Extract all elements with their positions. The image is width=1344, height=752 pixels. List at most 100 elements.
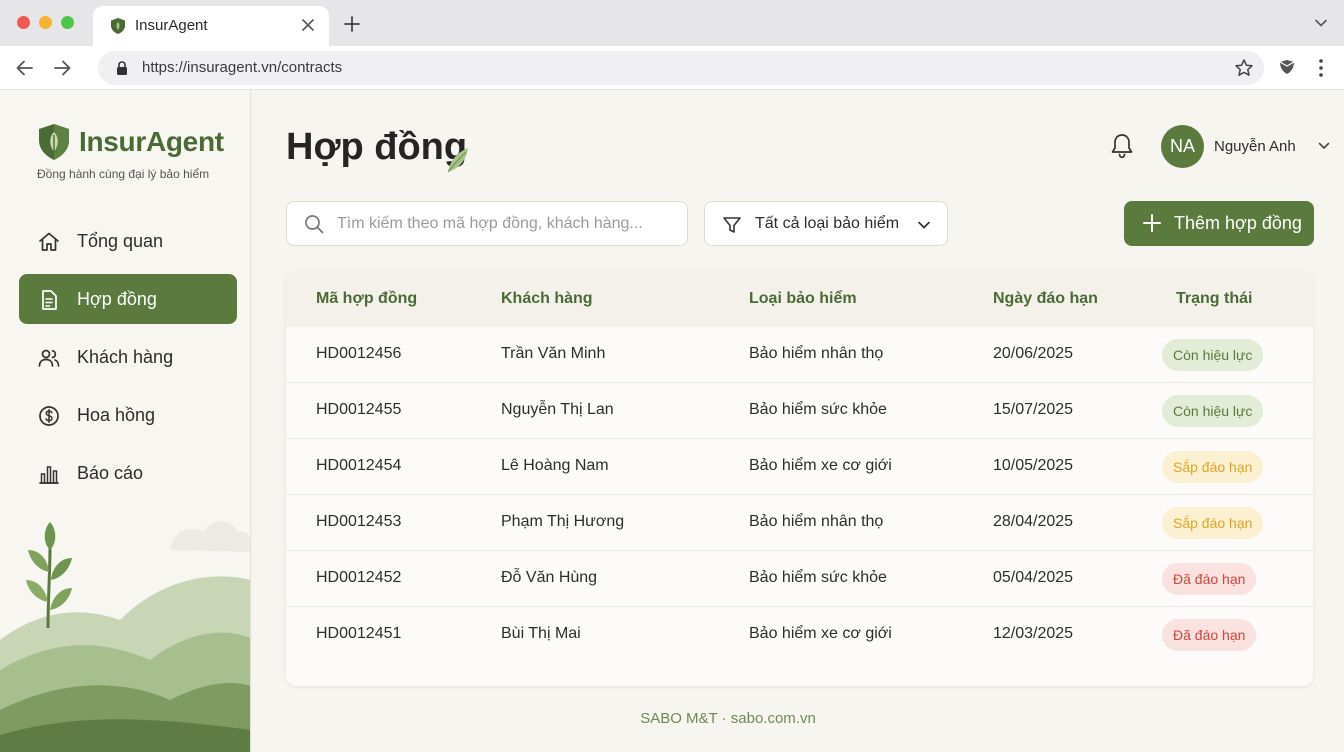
footer-credit: SABO M&T · sabo.com.vn	[640, 710, 816, 727]
tab-title: InsurAgent	[135, 17, 208, 34]
home-icon	[39, 232, 59, 251]
cell-due-date: 12/03/2025	[993, 625, 1074, 642]
cell-due-date: 15/07/2025	[993, 401, 1074, 418]
cell-insurance-type: Bảo hiểm nhân thọ	[749, 513, 884, 530]
table-row[interactable]: HD0012456 Trần Văn Minh Bảo hiểm nhân th…	[286, 327, 1313, 383]
brand-tagline: Đồng hành cùng đại lý bảo hiểm	[37, 167, 210, 181]
browser-tab[interactable]: InsurAgent	[93, 6, 329, 46]
cell-contract-id[interactable]: HD0012454	[316, 457, 401, 475]
add-contract-button[interactable]: Thêm hợp đồng	[1124, 201, 1314, 246]
status-badge: Sắp đáo hạn	[1162, 451, 1264, 483]
table-row[interactable]: HD0012454 Lê Hoàng Nam Bảo hiểm xe cơ gi…	[286, 439, 1313, 495]
users-icon	[38, 349, 60, 367]
cell-customer: Phạm Thị Hương	[501, 513, 625, 530]
extension-icon[interactable]	[1278, 58, 1296, 76]
bar-chart-icon	[39, 466, 59, 484]
filter-funnel-icon	[723, 217, 741, 233]
window-maximize-button[interactable]	[61, 16, 74, 29]
dollar-icon	[39, 406, 59, 426]
column-header-due-date[interactable]: Ngày đáo hạn	[993, 290, 1098, 308]
cell-contract-id[interactable]: HD0012452	[316, 569, 401, 587]
cell-customer: Lê Hoàng Nam	[501, 457, 609, 474]
chevron-down-icon	[918, 221, 930, 229]
chevron-down-icon[interactable]	[1318, 140, 1330, 152]
tab-list-chevron-icon[interactable]	[1314, 16, 1328, 30]
cell-contract-id[interactable]: HD0012455	[316, 401, 401, 419]
status-badge: Còn hiệu lực	[1162, 395, 1264, 427]
column-header-insurance-type[interactable]: Loại bảo hiểm	[749, 290, 857, 308]
column-header-status[interactable]: Trạng thái	[1176, 290, 1252, 308]
window-minimize-button[interactable]	[39, 16, 52, 29]
browser-address-bar: https://insuragent.vn/contracts	[0, 46, 1344, 90]
sidebar-item-label: Hợp đồng	[77, 289, 157, 309]
table-row[interactable]: HD0012455 Nguyễn Thị Lan Bảo hiểm sức kh…	[286, 383, 1313, 439]
status-badge: Còn hiệu lực	[1162, 339, 1264, 371]
cell-contract-id[interactable]: HD0012453	[316, 513, 401, 531]
add-contract-label: Thêm hợp đồng	[1174, 213, 1302, 233]
bookmark-star-icon[interactable]	[1234, 58, 1254, 78]
tab-close-icon[interactable]	[299, 16, 317, 34]
sidebar-item-label: Khách hàng	[77, 347, 174, 367]
shield-favicon-icon	[111, 18, 125, 34]
sidebar: InsurAgent Đồng hành cùng đại lý bảo hiể…	[0, 90, 251, 752]
back-arrow-icon[interactable]	[14, 57, 36, 79]
cell-customer: Bùi Thị Mai	[501, 625, 581, 642]
page-title: Hợp đồng	[286, 126, 468, 168]
cell-due-date: 20/06/2025	[993, 345, 1074, 362]
cell-insurance-type: Bảo hiểm xe cơ giới	[749, 457, 892, 474]
search-input[interactable]	[337, 202, 677, 245]
cell-due-date: 05/04/2025	[993, 569, 1074, 586]
forward-arrow-icon[interactable]	[51, 57, 73, 79]
filter-selected-value: Tất cả loại bảo hiểm	[755, 215, 900, 232]
cell-insurance-type: Bảo hiểm xe cơ giới	[749, 625, 892, 642]
table-row[interactable]: HD0012452 Đỗ Văn Hùng Bảo hiểm sức khỏe …	[286, 551, 1313, 607]
plus-icon	[1143, 214, 1161, 232]
cell-insurance-type: Bảo hiểm sức khỏe	[749, 401, 887, 418]
user-name[interactable]: Nguyễn Anh	[1214, 138, 1296, 155]
brand-name: InsurAgent	[79, 126, 224, 157]
sidebar-item-label: Tổng quan	[77, 231, 164, 251]
url-field[interactable]: https://insuragent.vn/contracts	[98, 51, 1264, 85]
column-header-contract-id[interactable]: Mã hợp đồng	[316, 290, 417, 308]
url-text: https://insuragent.vn/contracts	[142, 59, 343, 76]
cell-due-date: 28/04/2025	[993, 513, 1074, 530]
browser-menu-icon[interactable]	[1312, 57, 1330, 79]
search-icon	[305, 215, 324, 234]
cell-insurance-type: Bảo hiểm sức khỏe	[749, 569, 887, 586]
cell-contract-id[interactable]: HD0012456	[316, 345, 401, 363]
window-close-button[interactable]	[17, 16, 30, 29]
avatar[interactable]: NA	[1161, 125, 1204, 168]
leaf-icon	[447, 148, 468, 173]
cell-customer: Đỗ Văn Hùng	[501, 569, 598, 586]
new-tab-icon[interactable]	[342, 14, 362, 34]
lock-icon	[117, 61, 127, 75]
sidebar-item-label: Báo cáo	[77, 463, 144, 483]
shield-logo-icon	[39, 124, 69, 160]
sidebar-item-overview[interactable]: Tổng quan	[19, 216, 237, 266]
insurance-type-filter[interactable]: Tất cả loại bảo hiểm	[704, 201, 948, 246]
main-content: Hợp đồng NA Nguyễn Anh Tất cả loại bảo h…	[252, 90, 1344, 752]
cell-due-date: 10/05/2025	[993, 457, 1074, 474]
sidebar-item-label: Hoa hồng	[77, 405, 156, 425]
cell-customer: Nguyễn Thị Lan	[501, 401, 614, 418]
table-header: Mã hợp đồng Khách hàng Loại bảo hiểm Ngà…	[286, 271, 1313, 327]
column-header-customer[interactable]: Khách hàng	[501, 290, 593, 308]
sidebar-item-commission[interactable]: Hoa hồng	[19, 390, 237, 440]
sidebar-item-reports[interactable]: Báo cáo	[19, 448, 237, 498]
status-badge: Đã đáo hạn	[1162, 563, 1257, 595]
sidebar-item-contracts[interactable]: Hợp đồng	[19, 274, 237, 324]
contracts-table: Mã hợp đồng Khách hàng Loại bảo hiểm Ngà…	[286, 271, 1313, 686]
table-row[interactable]: HD0012451 Bùi Thị Mai Bảo hiểm xe cơ giớ…	[286, 607, 1313, 663]
search-box	[286, 201, 688, 246]
cell-insurance-type: Bảo hiểm nhân thọ	[749, 345, 884, 362]
notification-bell-icon[interactable]	[1109, 132, 1135, 160]
cell-contract-id[interactable]: HD0012451	[316, 625, 401, 643]
document-icon	[42, 290, 57, 310]
sidebar-item-customers[interactable]: Khách hàng	[19, 332, 237, 382]
status-badge: Sắp đáo hạn	[1162, 507, 1264, 539]
cell-customer: Trần Văn Minh	[501, 345, 606, 362]
table-row[interactable]: HD0012453 Phạm Thị Hương Bảo hiểm nhân t…	[286, 495, 1313, 551]
landscape-illustration	[0, 521, 250, 752]
browser-tabbar: InsurAgent	[0, 0, 1344, 46]
status-badge: Đã đáo hạn	[1162, 619, 1257, 651]
